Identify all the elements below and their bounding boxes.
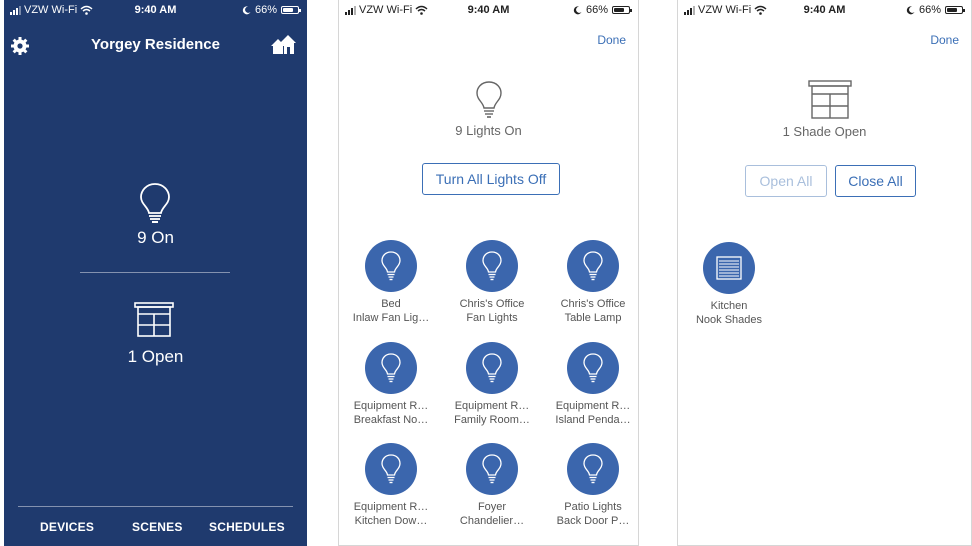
shades-screen: VZW Wi-Fi 9:40 AM 66% Done 1 Shade Open …: [677, 0, 972, 546]
device-name-label: Table Lamp: [564, 312, 622, 324]
close-all-button[interactable]: Close All: [835, 165, 916, 197]
homes-icon[interactable]: [269, 34, 297, 56]
lightbulb-icon: [476, 81, 502, 118]
lightbulb-icon[interactable]: [567, 443, 619, 495]
moon-icon: [906, 5, 915, 14]
battery-percent: 66%: [254, 4, 277, 16]
battery-icon: [281, 6, 301, 14]
battery-info: 66%: [573, 4, 632, 16]
lightbulb-icon[interactable]: [567, 342, 619, 394]
light-device-tile[interactable]: Chris's Office Table Lamp: [543, 240, 638, 325]
status-bar: VZW Wi-Fi 9:40 AM 66%: [678, 0, 971, 22]
status-bar: VZW Wi-Fi 9:40 AM 66%: [4, 0, 307, 22]
tab-devices[interactable]: DEVICES: [40, 520, 94, 534]
shade-device-tile[interactable]: Kitchen Nook Shades: [679, 242, 779, 327]
light-device-tile[interactable]: Equipment R… Breakfast No…: [341, 342, 441, 427]
window-shade-icon: [808, 80, 852, 119]
done-button[interactable]: Done: [930, 33, 959, 47]
device-name-label: Inlaw Fan Lig…: [352, 312, 430, 324]
device-name-label: Back Door P…: [556, 515, 630, 527]
lightbulb-icon[interactable]: [466, 443, 518, 495]
device-room-label: Chris's Office: [459, 298, 525, 310]
device-room-label: Equipment R…: [353, 400, 429, 412]
lights-screen: VZW Wi-Fi 9:40 AM 66% Done 9 Lights On T…: [338, 0, 639, 546]
moon-icon: [242, 5, 251, 14]
lights-on-summary[interactable]: 9 On: [4, 228, 307, 248]
tab-schedules[interactable]: SCHEDULES: [209, 520, 285, 534]
lightbulb-icon[interactable]: [466, 240, 518, 292]
status-bar: VZW Wi-Fi 9:40 AM 66%: [339, 0, 638, 22]
device-room-label: Equipment R…: [353, 501, 429, 513]
home-screen: VZW Wi-Fi 9:40 AM 66% Yorgey Residence 9…: [4, 0, 307, 546]
window-shade-icon[interactable]: [703, 242, 755, 294]
device-name-label: Island Penda…: [555, 414, 631, 426]
shades-summary: 1 Shade Open: [782, 124, 867, 139]
device-room-label: Chris's Office: [560, 298, 626, 310]
device-name-label: Nook Shades: [695, 314, 763, 326]
tab-scenes[interactable]: SCENES: [132, 520, 183, 534]
shades-open-summary[interactable]: 1 Open: [4, 347, 307, 367]
lights-summary: 9 Lights On: [455, 123, 522, 138]
light-device-tile[interactable]: Bed Inlaw Fan Lig…: [341, 240, 441, 325]
lightbulb-icon[interactable]: [138, 182, 172, 226]
device-room-label: Equipment R…: [555, 400, 631, 412]
battery-icon: [945, 6, 965, 14]
battery-info: 66%: [906, 4, 965, 16]
device-room-label: Bed: [381, 298, 401, 310]
done-button[interactable]: Done: [597, 33, 626, 47]
lightbulb-icon[interactable]: [466, 342, 518, 394]
battery-info: 66%: [242, 4, 301, 16]
divider: [80, 272, 230, 273]
light-device-tile[interactable]: Chris's Office Fan Lights: [442, 240, 542, 325]
light-device-tile[interactable]: Equipment R… Kitchen Dow…: [341, 443, 441, 528]
open-all-button[interactable]: Open All: [745, 165, 827, 197]
device-room-label: Patio Lights: [564, 501, 622, 513]
device-name-label: Breakfast No…: [353, 414, 429, 426]
light-device-tile[interactable]: Equipment R… Family Room…: [442, 342, 542, 427]
device-room-label: Kitchen: [710, 300, 748, 312]
battery-percent: 66%: [585, 4, 608, 16]
lightbulb-icon[interactable]: [365, 443, 417, 495]
device-room-label: Foyer: [477, 501, 507, 513]
lightbulb-icon[interactable]: [567, 240, 619, 292]
nav-divider: [18, 506, 293, 507]
device-name-label: Chandelier…: [459, 515, 525, 527]
device-room-label: Equipment R…: [454, 400, 530, 412]
device-name-label: Family Room…: [454, 414, 530, 426]
lightbulb-icon[interactable]: [365, 342, 417, 394]
device-name-label: Fan Lights: [466, 312, 518, 324]
device-name-label: Kitchen Dow…: [354, 515, 428, 527]
window-shade-icon[interactable]: [134, 302, 174, 338]
light-device-tile[interactable]: Foyer Chandelier…: [442, 443, 542, 528]
light-device-tile[interactable]: Patio Lights Back Door P…: [543, 443, 638, 528]
battery-percent: 66%: [918, 4, 941, 16]
battery-icon: [612, 6, 632, 14]
lightbulb-icon[interactable]: [365, 240, 417, 292]
moon-icon: [573, 5, 582, 14]
light-device-tile[interactable]: Equipment R… Island Penda…: [543, 342, 638, 427]
turn-all-lights-off-button[interactable]: Turn All Lights Off: [422, 163, 560, 195]
home-title: Yorgey Residence: [91, 36, 220, 53]
